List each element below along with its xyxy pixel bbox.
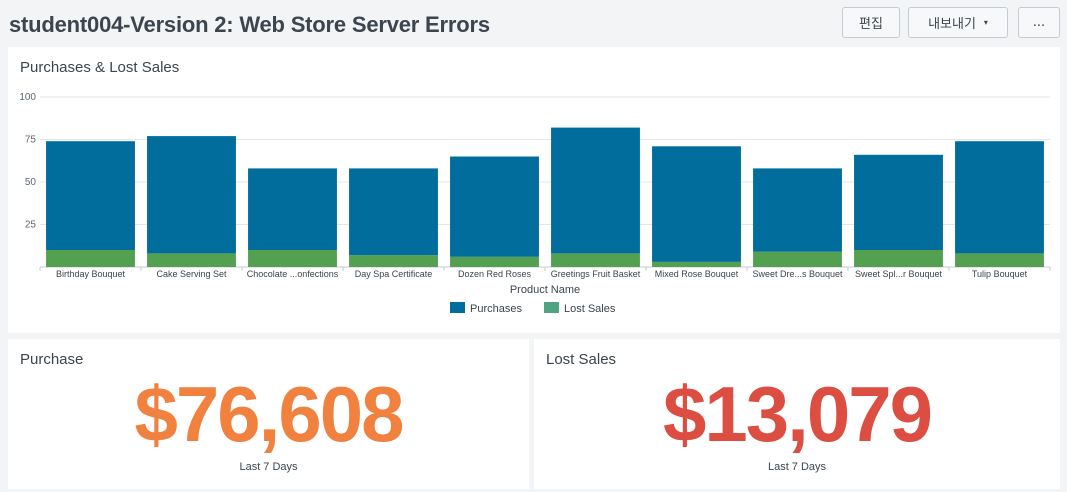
- chart-panel-title: Purchases & Lost Sales: [20, 59, 180, 76]
- y-tick-label: 75: [25, 135, 37, 146]
- bar-purchases[interactable]: [854, 154, 943, 250]
- bar-purchases[interactable]: [551, 127, 640, 254]
- bar-purchases[interactable]: [248, 168, 337, 250]
- bar-purchases[interactable]: [450, 156, 539, 257]
- y-tick-label: 25: [25, 220, 37, 231]
- x-tick-label: Day Spa Certificate: [355, 269, 433, 279]
- bar-lost-sales[interactable]: [248, 250, 337, 267]
- x-tick-label: Sweet Dre...s Bouquet: [752, 269, 843, 279]
- lost-sales-panel-title: Lost Sales: [546, 351, 617, 368]
- bar-lost-sales[interactable]: [854, 250, 943, 267]
- x-tick-label: Chocolate ...onfections: [247, 269, 339, 279]
- purchase-panel-title: Purchase: [20, 351, 84, 368]
- lost-sales-value[interactable]: $13,079: [534, 375, 1060, 453]
- bar-lost-sales[interactable]: [349, 255, 438, 267]
- dashboard-title: student004-Version 2: Web Store Server E…: [9, 12, 490, 37]
- x-tick-label: Mixed Rose Bouquet: [655, 269, 739, 279]
- legend-label[interactable]: Lost Sales: [564, 303, 616, 315]
- bar-lost-sales[interactable]: [450, 256, 539, 267]
- legend-swatch-lost-sales: [543, 302, 559, 313]
- export-button-label: 내보내기: [928, 17, 976, 32]
- chevron-down-icon: ▾: [983, 18, 988, 27]
- x-tick-label: Birthday Bouquet: [56, 269, 126, 279]
- bar-purchases[interactable]: [46, 141, 135, 250]
- y-tick-label: 100: [19, 92, 36, 103]
- lost-sales-panel: Lost Sales $13,079 Last 7 Days: [534, 339, 1060, 489]
- purchases-lost-sales-panel: 25 50 75 100 Birthday Bouquet Cake Serving Se…: [8, 47, 1060, 333]
- purchase-panel: Purchase $76,608 Last 7 Days: [8, 339, 529, 489]
- x-axis-title: Product Name: [510, 284, 580, 296]
- more-actions-label: ...: [1032, 15, 1046, 30]
- bar-purchases[interactable]: [349, 168, 438, 256]
- bar-lost-sales[interactable]: [46, 250, 135, 267]
- bar-lost-sales[interactable]: [652, 261, 741, 267]
- bar-purchases[interactable]: [147, 136, 236, 254]
- purchase-subtitle: Last 7 Days: [239, 461, 298, 473]
- dashboard-header: student004-Version 2: Web Store Server E…: [0, 0, 1067, 46]
- legend-swatch-purchases: [450, 302, 465, 313]
- bar-purchases[interactable]: [753, 168, 842, 252]
- lost-sales-subtitle: Last 7 Days: [767, 461, 827, 473]
- x-tick-label: Dozen Red Roses: [458, 269, 532, 279]
- x-tick-label: Sweet Spl...r Bouquet: [855, 269, 943, 279]
- x-tick-label: Tulip Bouquet: [972, 269, 1028, 279]
- more-actions-button[interactable]: ...: [1018, 7, 1060, 38]
- purchases-lost-sales-chart: 25 50 75 100 Birthday Bouquet Cake Serving Se…: [19, 92, 1051, 315]
- legend-label[interactable]: Purchases: [470, 303, 522, 315]
- bar-purchases[interactable]: [955, 141, 1044, 254]
- y-tick-label: 50: [25, 177, 37, 188]
- bar-lost-sales[interactable]: [955, 253, 1044, 267]
- bar-lost-sales[interactable]: [753, 251, 842, 267]
- export-button[interactable]: 내보내기 ▾: [908, 7, 1008, 38]
- bar-lost-sales[interactable]: [551, 253, 640, 267]
- x-tick-label: Greetings Fruit Basket: [551, 269, 641, 279]
- purchase-value[interactable]: $76,608: [8, 375, 529, 453]
- bar-purchases[interactable]: [652, 146, 741, 262]
- edit-button[interactable]: 편집: [842, 7, 900, 38]
- x-tick-label: Cake Serving Set: [156, 269, 227, 279]
- bar-lost-sales[interactable]: [147, 253, 236, 267]
- edit-button-label: 편집: [859, 17, 883, 32]
